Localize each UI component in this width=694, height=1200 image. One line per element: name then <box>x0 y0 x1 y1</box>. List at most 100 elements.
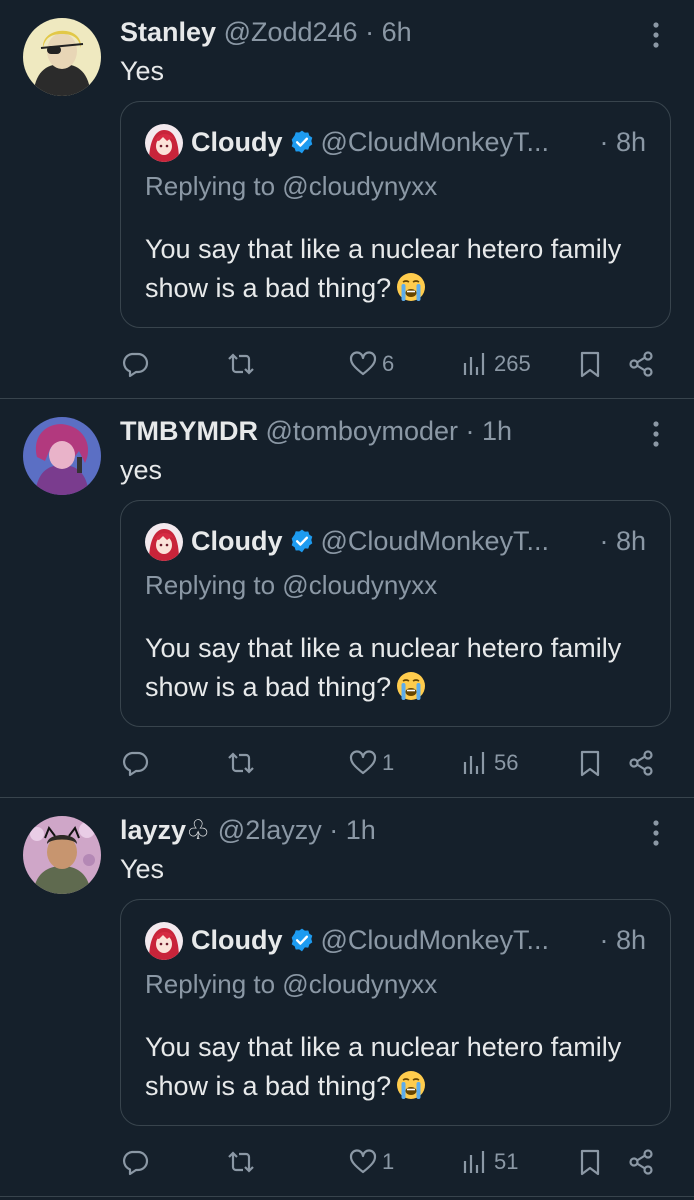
tweet[interactable]: Stanley @Zodd246 · 6h Yes Cloudy @CloudMo… <box>0 0 694 399</box>
crying-emoji <box>397 273 426 301</box>
share-button[interactable] <box>626 745 656 781</box>
quoted-author-name[interactable]: Cloudy <box>191 127 283 157</box>
author-handle[interactable]: @tomboymoder <box>266 416 458 446</box>
quoted-text: You say that like a nuclear hetero famil… <box>145 1032 622 1101</box>
view-count: 51 <box>494 1149 519 1174</box>
author-name[interactable]: TMBYMDR <box>120 416 258 446</box>
share-button[interactable] <box>626 1144 656 1180</box>
tweet-text: Yes <box>120 854 165 884</box>
stanley-avatar[interactable] <box>23 18 101 96</box>
quoted-tweet[interactable]: Cloudy @CloudMonkeyT... · 8h Replying to … <box>120 101 671 328</box>
quoted-timestamp: · 8h <box>599 925 646 955</box>
views-icon <box>463 353 485 375</box>
reply-button[interactable] <box>120 1144 150 1180</box>
quoted-text: You say that like a nuclear hetero famil… <box>145 234 622 303</box>
timestamp[interactable]: 6h <box>382 17 412 47</box>
quoted-header: Cloudy @CloudMonkeyT... <box>191 122 549 162</box>
timeline: Stanley @Zodd246 · 6h Yes Cloudy @CloudMo… <box>0 0 694 1197</box>
separator-dot: · <box>365 17 375 47</box>
tweet[interactable]: layzy♧ @2layzy · 1h Yes Cloudy @CloudMonk… <box>0 798 694 1197</box>
like-count: 1 <box>382 1149 395 1174</box>
quoted-avatar <box>145 124 183 162</box>
verified-icon <box>291 130 312 154</box>
tweet-header: Stanley @Zodd246 · 6h <box>120 14 634 50</box>
quoted-timestamp: · 8h <box>599 526 646 556</box>
separator-dot: · <box>329 815 339 845</box>
bookmark-icon <box>580 1149 600 1176</box>
bookmark-button[interactable] <box>575 745 605 781</box>
author-handle[interactable]: @2layzy <box>218 815 322 845</box>
quoted-header: Cloudy @CloudMonkeyT... <box>191 521 549 561</box>
action-bar: 1 51 <box>120 1144 670 1180</box>
more-icon[interactable] <box>642 816 670 850</box>
crying-emoji <box>397 1071 426 1099</box>
quoted-author-handle[interactable]: @CloudMonkeyT... <box>321 526 550 556</box>
author-handle[interactable]: @Zodd246 <box>224 17 358 47</box>
quoted-header: Cloudy @CloudMonkeyT... <box>191 920 549 960</box>
share-button[interactable] <box>626 346 656 382</box>
reply-icon <box>123 751 149 777</box>
replying-to[interactable]: Replying to @cloudynyxx <box>145 966 437 1002</box>
like-count: 6 <box>382 351 395 376</box>
tweet-text: Yes <box>120 56 165 86</box>
views-button[interactable]: 56 <box>460 745 518 781</box>
views-button[interactable]: 51 <box>460 1144 518 1180</box>
view-count: 265 <box>494 351 531 376</box>
replying-to[interactable]: Replying to @cloudynyxx <box>145 567 437 603</box>
view-count: 56 <box>494 750 519 775</box>
quoted-text: You say that like a nuclear hetero famil… <box>145 633 622 702</box>
reply-icon <box>123 1150 149 1176</box>
author-name[interactable]: layzy♧ <box>120 815 210 845</box>
quoted-author-handle[interactable]: @CloudMonkeyT... <box>321 925 550 955</box>
quoted-author-name[interactable]: Cloudy <box>191 526 283 556</box>
like-button[interactable]: 1 <box>348 1144 394 1180</box>
quoted-timestamp: · 8h <box>599 127 646 157</box>
like-icon <box>349 1149 377 1174</box>
quoted-tweet[interactable]: Cloudy @CloudMonkeyT... · 8h Replying to … <box>120 500 671 727</box>
replying-to[interactable]: Replying to @cloudynyxx <box>145 168 437 204</box>
retweet-button[interactable] <box>226 346 256 382</box>
share-icon <box>629 1149 653 1175</box>
retweet-icon <box>228 752 254 774</box>
crying-emoji <box>397 672 426 700</box>
layzy-avatar[interactable] <box>23 816 101 894</box>
bookmark-button[interactable] <box>575 1144 605 1180</box>
like-icon <box>349 750 377 775</box>
quoted-avatar <box>145 523 183 561</box>
timestamp[interactable]: 1h <box>482 416 512 446</box>
separator-dot: · <box>465 416 475 446</box>
retweet-button[interactable] <box>226 745 256 781</box>
like-button[interactable]: 6 <box>348 346 394 382</box>
timestamp[interactable]: 1h <box>346 815 376 845</box>
verified-icon <box>291 928 312 952</box>
retweet-icon <box>228 1151 254 1173</box>
bookmark-icon <box>580 351 600 378</box>
author-name[interactable]: Stanley <box>120 17 216 47</box>
action-bar: 6 265 <box>120 346 670 382</box>
share-icon <box>629 351 653 377</box>
quoted-author-name[interactable]: Cloudy <box>191 925 283 955</box>
more-icon[interactable] <box>642 18 670 52</box>
quoted-tweet[interactable]: Cloudy @CloudMonkeyT... · 8h Replying to … <box>120 899 671 1126</box>
quoted-author-handle[interactable]: @CloudMonkeyT... <box>321 127 550 157</box>
tweet[interactable]: TMBYMDR @tomboymoder · 1h yes Cloudy @Clo… <box>0 399 694 798</box>
like-icon <box>349 351 377 376</box>
bookmark-icon <box>580 750 600 777</box>
tmbymdr-avatar[interactable] <box>23 417 101 495</box>
views-icon <box>463 752 485 774</box>
bookmark-button[interactable] <box>575 346 605 382</box>
verified-icon <box>291 529 312 553</box>
tweet-header: layzy♧ @2layzy · 1h <box>120 812 634 848</box>
like-count: 1 <box>382 750 395 775</box>
share-icon <box>629 750 653 776</box>
tweet-header: TMBYMDR @tomboymoder · 1h <box>120 413 634 449</box>
retweet-button[interactable] <box>226 1144 256 1180</box>
action-bar: 1 56 <box>120 745 670 781</box>
views-button[interactable]: 265 <box>460 346 531 382</box>
reply-button[interactable] <box>120 346 150 382</box>
views-icon <box>463 1151 485 1173</box>
reply-icon <box>123 352 149 378</box>
like-button[interactable]: 1 <box>348 745 394 781</box>
more-icon[interactable] <box>642 417 670 451</box>
reply-button[interactable] <box>120 745 150 781</box>
